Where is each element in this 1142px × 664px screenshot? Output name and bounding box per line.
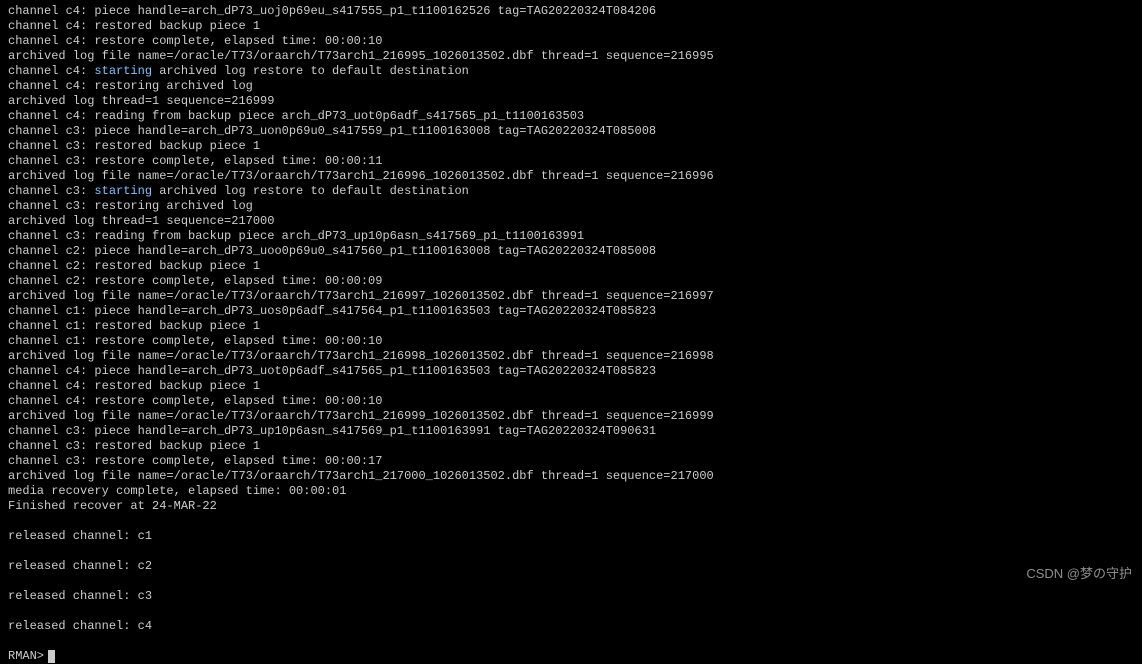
text-segment: archived log file name=/oracle/T73/oraar…: [8, 289, 714, 303]
text-segment: channel c1: restore complete, elapsed ti…: [8, 334, 382, 348]
terminal-line: channel c2: restore complete, elapsed ti…: [8, 274, 1134, 289]
text-segment: channel c4:: [8, 64, 94, 78]
text-segment: [8, 574, 15, 588]
text-segment: media recovery complete, elapsed time: 0…: [8, 484, 346, 498]
text-segment: channel c3: piece handle=arch_dP73_uon0p…: [8, 124, 656, 138]
prompt-text: RMAN>: [8, 649, 44, 664]
text-segment: channel c3: restoring archived log: [8, 199, 253, 213]
terminal-line: released channel: c1: [8, 529, 1134, 544]
terminal-line: channel c3: restored backup piece 1: [8, 139, 1134, 154]
terminal-line: archived log file name=/oracle/T73/oraar…: [8, 49, 1134, 64]
terminal-output[interactable]: channel c4: piece handle=arch_dP73_uoj0p…: [8, 4, 1134, 649]
terminal-line: channel c3: piece handle=arch_dP73_uon0p…: [8, 124, 1134, 139]
text-segment: channel c4: restore complete, elapsed ti…: [8, 394, 382, 408]
terminal-line: channel c2: restored backup piece 1: [8, 259, 1134, 274]
highlight-token: starting: [94, 64, 152, 78]
text-segment: channel c1: restored backup piece 1: [8, 319, 260, 333]
text-segment: channel c4: restored backup piece 1: [8, 19, 260, 33]
terminal-line: channel c4: restored backup piece 1: [8, 19, 1134, 34]
text-segment: channel c2: restored backup piece 1: [8, 259, 260, 273]
text-segment: channel c3: restored backup piece 1: [8, 139, 260, 153]
highlight-token: starting: [94, 184, 152, 198]
terminal-line: archived log file name=/oracle/T73/oraar…: [8, 469, 1134, 484]
terminal-line: channel c3: restoring archived log: [8, 199, 1134, 214]
terminal-line: channel c4: reading from backup piece ar…: [8, 109, 1134, 124]
text-segment: channel c4: piece handle=arch_dP73_uoj0p…: [8, 4, 656, 18]
terminal-line: channel c3: starting archived log restor…: [8, 184, 1134, 199]
terminal-line: released channel: c3: [8, 589, 1134, 604]
cursor-block: [48, 650, 55, 663]
text-segment: Finished recover at 24-MAR-22: [8, 499, 217, 513]
text-segment: released channel: c1: [8, 529, 152, 543]
text-segment: channel c4: piece handle=arch_dP73_uot0p…: [8, 364, 656, 378]
text-segment: channel c4: restoring archived log: [8, 79, 253, 93]
terminal-line: archived log file name=/oracle/T73/oraar…: [8, 409, 1134, 424]
terminal-line: channel c1: restored backup piece 1: [8, 319, 1134, 334]
text-segment: [8, 604, 15, 618]
terminal-line: channel c4: restored backup piece 1: [8, 379, 1134, 394]
text-segment: archived log file name=/oracle/T73/oraar…: [8, 349, 714, 363]
terminal-line: archived log file name=/oracle/T73/oraar…: [8, 349, 1134, 364]
terminal-line: channel c4: restore complete, elapsed ti…: [8, 394, 1134, 409]
text-segment: archived log restore to default destinat…: [152, 64, 469, 78]
terminal-line: [8, 544, 1134, 559]
text-segment: channel c3: piece handle=arch_dP73_up10p…: [8, 424, 656, 438]
terminal-line: [8, 604, 1134, 619]
terminal-line: archived log thread=1 sequence=216999: [8, 94, 1134, 109]
terminal-line: channel c2: piece handle=arch_dP73_uoo0p…: [8, 244, 1134, 259]
text-segment: [8, 544, 15, 558]
text-segment: archived log thread=1 sequence=217000: [8, 214, 274, 228]
text-segment: channel c2: restore complete, elapsed ti…: [8, 274, 382, 288]
text-segment: released channel: c4: [8, 619, 152, 633]
text-segment: channel c3: reading from backup piece ar…: [8, 229, 584, 243]
text-segment: archived log thread=1 sequence=216999: [8, 94, 274, 108]
terminal-line: released channel: c2: [8, 559, 1134, 574]
terminal-line: archived log file name=/oracle/T73/oraar…: [8, 289, 1134, 304]
text-segment: archived log file name=/oracle/T73/oraar…: [8, 169, 714, 183]
terminal-line: channel c4: starting archived log restor…: [8, 64, 1134, 79]
terminal-line: channel c4: piece handle=arch_dP73_uot0p…: [8, 364, 1134, 379]
text-segment: archived log file name=/oracle/T73/oraar…: [8, 409, 714, 423]
text-segment: [8, 514, 15, 528]
terminal-line: channel c1: piece handle=arch_dP73_uos0p…: [8, 304, 1134, 319]
terminal-line: [8, 634, 1134, 649]
prompt-row[interactable]: RMAN>: [8, 649, 1134, 664]
text-segment: channel c3: restored backup piece 1: [8, 439, 260, 453]
terminal-line: channel c4: restoring archived log: [8, 79, 1134, 94]
text-segment: channel c4: restore complete, elapsed ti…: [8, 34, 382, 48]
text-segment: archived log file name=/oracle/T73/oraar…: [8, 469, 714, 483]
terminal-line: archived log thread=1 sequence=217000: [8, 214, 1134, 229]
terminal-line: media recovery complete, elapsed time: 0…: [8, 484, 1134, 499]
terminal-line: channel c3: restored backup piece 1: [8, 439, 1134, 454]
text-segment: channel c3:: [8, 184, 94, 198]
text-segment: archived log restore to default destinat…: [152, 184, 469, 198]
terminal-line: [8, 514, 1134, 529]
text-segment: channel c2: piece handle=arch_dP73_uoo0p…: [8, 244, 656, 258]
terminal-line: archived log file name=/oracle/T73/oraar…: [8, 169, 1134, 184]
terminal-line: channel c3: restore complete, elapsed ti…: [8, 154, 1134, 169]
terminal-line: Finished recover at 24-MAR-22: [8, 499, 1134, 514]
text-segment: released channel: c2: [8, 559, 152, 573]
text-segment: archived log file name=/oracle/T73/oraar…: [8, 49, 714, 63]
text-segment: channel c4: reading from backup piece ar…: [8, 109, 584, 123]
terminal-line: channel c1: restore complete, elapsed ti…: [8, 334, 1134, 349]
text-segment: released channel: c3: [8, 589, 152, 603]
terminal-line: channel c4: piece handle=arch_dP73_uoj0p…: [8, 4, 1134, 19]
terminal-line: channel c3: piece handle=arch_dP73_up10p…: [8, 424, 1134, 439]
terminal-line: released channel: c4: [8, 619, 1134, 634]
text-segment: channel c1: piece handle=arch_dP73_uos0p…: [8, 304, 656, 318]
terminal-line: channel c3: restore complete, elapsed ti…: [8, 454, 1134, 469]
text-segment: channel c4: restored backup piece 1: [8, 379, 260, 393]
terminal-line: channel c4: restore complete, elapsed ti…: [8, 34, 1134, 49]
terminal-line: channel c3: reading from backup piece ar…: [8, 229, 1134, 244]
text-segment: channel c3: restore complete, elapsed ti…: [8, 154, 382, 168]
text-segment: [8, 634, 15, 648]
text-segment: channel c3: restore complete, elapsed ti…: [8, 454, 382, 468]
